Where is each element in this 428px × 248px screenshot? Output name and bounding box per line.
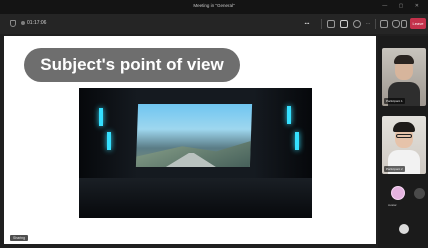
participant-name: Participant 2 [384,166,405,172]
participant-hair [394,55,414,64]
shield-icon [10,20,16,27]
meeting-timer: 01:17:06 [27,20,47,26]
participant-video-tile[interactable]: Participant 2 [382,116,426,174]
window-title: Meeting in "General" [193,3,235,8]
meeting-window: Meeting in "General" — ▢ ✕ 01:17:06 ••• … [0,0,428,248]
participant-glasses [396,134,412,138]
raise-hand-icon[interactable] [353,20,361,28]
participant-video-tile[interactable]: Participant 1 [382,48,426,106]
slide-photo [79,88,312,218]
photo-light [287,106,291,124]
meeting-toolbar: 01:17:06 ••• ⋯ Leave [0,14,428,34]
photo-light [295,132,299,150]
view-more-icon[interactable]: ⋯ [364,19,372,29]
photo-light [107,132,111,150]
leave-button[interactable]: Leave [410,18,426,29]
participant-name: Participant 1 [384,98,405,104]
chat-icon[interactable] [327,20,335,28]
recording-icon [21,21,25,25]
toolbar-divider [321,19,322,29]
toolbar-divider [375,19,376,29]
participant-hair [393,122,415,132]
sharing-indicator: Sharing [10,235,29,241]
photo-floor [79,178,312,218]
slide-title: Subject's point of view [24,48,240,82]
title-bar: Meeting in "General" — ▢ ✕ [0,0,428,14]
microphone-icon[interactable] [392,20,400,28]
share-icon[interactable] [401,20,407,28]
avatar[interactable] [399,224,409,234]
shared-screen: Subject's point of view Sharing [4,36,376,244]
avatar[interactable] [414,188,425,199]
more-button[interactable]: ••• [298,19,316,29]
window-controls[interactable]: — ▢ ✕ [382,3,424,9]
camera-icon[interactable] [380,20,388,28]
avatar[interactable] [391,186,405,200]
avatar-label: Avatar [388,203,397,207]
photo-light [99,108,103,126]
people-icon[interactable] [340,20,348,28]
photo-projection-screen [135,104,253,167]
